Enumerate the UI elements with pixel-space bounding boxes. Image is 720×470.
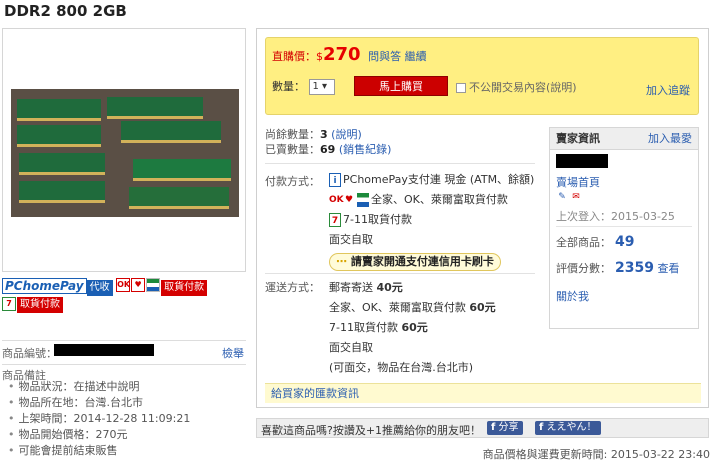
ok-mart-icon: OK xyxy=(329,195,344,205)
payment-method: 面交自取 xyxy=(329,233,373,246)
payment-method: OK♥ 全家、OK、萊爾富取貨付款 xyxy=(329,193,508,207)
sales-record-link[interactable]: (銷售紀錄) xyxy=(339,143,392,156)
store-pickup-badge: 取貨付款 xyxy=(161,280,208,296)
qa-link[interactable]: 問與答 xyxy=(368,50,401,63)
product-code-label: 商品編號： xyxy=(2,347,57,360)
remark-item: • 可能會提前結束販售 xyxy=(8,444,118,457)
price-label: 直購價： xyxy=(272,50,316,63)
family-mart-icon xyxy=(146,278,161,292)
buy-box: 直購價：$270 問與答 繼續 數量： 1 ▾ 馬上購買 不公開交易內容(說明)… xyxy=(265,37,699,115)
payment-badges: PChomePay 代收 OK ♥ 取貨付款 7 取貨付款 xyxy=(2,278,246,315)
product-code-redacted xyxy=(54,344,154,356)
pchomepay-icon: i xyxy=(329,173,341,187)
shipping-method: 面交自取 xyxy=(329,341,373,354)
quantity-line: 數量： 1 ▾ xyxy=(272,78,335,95)
shipping-method: 全家、OK、萊爾富取貨付款 60元 xyxy=(329,301,496,314)
all-items-count[interactable]: 全部商品： 49 xyxy=(556,234,634,250)
add-favorite-link[interactable]: 加入最愛 xyxy=(648,128,692,150)
seven-eleven-icon: 7 xyxy=(329,213,341,227)
hilife-icon: ♥ xyxy=(344,195,354,205)
shipping-note: (可面交，物品在台灣.台北市) xyxy=(329,361,474,374)
remittance-info-link[interactable]: 給買家的匯款資訊 xyxy=(271,387,359,400)
remaining-help-link[interactable]: (說明) xyxy=(331,128,362,141)
product-title: DDR2 800 2GB xyxy=(4,2,127,20)
add-to-watchlist-link[interactable]: 加入追蹤 xyxy=(646,82,690,98)
chat-icon: ⋯ xyxy=(336,255,347,268)
seller-verification-icons: ✎ ✉ xyxy=(556,190,584,204)
seven-pickup-badge: 取貨付款 xyxy=(17,297,63,313)
update-time: 商品價格與運費更新時間: 2015-03-22 23:40 xyxy=(482,448,710,461)
remarks-heading: 商品備註 xyxy=(2,369,46,382)
product-remarks: 商品備註 • 物品狀況：在描述中說明 • 物品所在地：台灣.台北市 • 上架時間：20… xyxy=(2,364,246,459)
hilife-icon: ♥ xyxy=(131,278,146,292)
view-rating-link[interactable]: 查看 xyxy=(657,262,679,275)
private-transaction-label: 不公開交易內容(說明) xyxy=(469,81,577,94)
ok-mart-icon: OK xyxy=(116,278,131,292)
price-currency: $ xyxy=(316,50,323,63)
private-transaction-checkbox[interactable]: 不公開交易內容(說明) xyxy=(456,79,577,95)
divider xyxy=(265,273,535,274)
product-image-frame[interactable] xyxy=(2,28,246,272)
price-line: 直購價：$270 問與答 繼續 xyxy=(272,44,427,65)
remark-item: • 上架時間：2014-12-28 11:09:21 xyxy=(8,412,191,425)
remittance-info-bar[interactable]: 給買家的匯款資訊 xyxy=(265,383,701,403)
price-value: 270 xyxy=(323,44,361,65)
quantity-label: 數量： xyxy=(272,80,305,93)
remaining-qty: 3 xyxy=(320,128,328,141)
family-mart-icon xyxy=(357,193,369,207)
remark-item: • 物品開始價格：270元 xyxy=(8,428,128,441)
share-bar: 喜歡這商品嗎?按讚及+1推薦給你的朋友吧！ f 分享 f ええやん！ xyxy=(256,418,709,438)
seller-info-panel: 賣家資訊 加入最愛 賣場首頁 ✎ ✉ 上次登入：2015-03-25 全部商品： 4… xyxy=(549,127,699,329)
purchase-panel: 直購價：$270 問與答 繼續 數量： 1 ▾ 馬上購買 不公開交易內容(說明)… xyxy=(256,28,709,408)
payment-method: i PChomePay支付連 現金 (ATM、餘額) xyxy=(329,171,549,191)
sold-qty: 69 xyxy=(320,143,336,156)
last-login: 上次登入：2015-03-25 xyxy=(556,210,675,223)
stock-info: 尚餘數量：3 (說明) 已賣數量：69 (銷售紀錄) xyxy=(265,128,392,156)
seller-name-redacted xyxy=(556,154,608,168)
certificate-icon: ✎ xyxy=(558,192,566,202)
product-code-row: 商品編號： 檢舉 xyxy=(2,340,246,361)
continue-link[interactable]: 繼續 xyxy=(405,50,427,63)
about-me-link[interactable]: 關於我 xyxy=(556,288,589,304)
payment-label: 付款方式： xyxy=(265,175,320,188)
facebook-like-button[interactable]: f ええやん！ xyxy=(535,421,601,435)
divider xyxy=(265,163,535,164)
remark-item: • 物品所在地：台灣.台北市 xyxy=(8,396,143,409)
buy-now-button[interactable]: 馬上購買 xyxy=(354,76,448,96)
proxy-collect-badge: 代收 xyxy=(86,280,113,296)
product-photo xyxy=(11,89,239,217)
quantity-select[interactable]: 1 ▾ xyxy=(308,79,335,95)
checkbox-icon[interactable] xyxy=(456,83,466,93)
shipping-label: 運送方式： xyxy=(265,281,320,294)
convenience-store-icons: OK ♥ xyxy=(116,278,161,294)
remark-item: • 物品狀況：在描述中說明 xyxy=(8,380,140,393)
seven-eleven-icon: 7 xyxy=(2,297,16,311)
facebook-share-button[interactable]: f 分享 xyxy=(487,421,523,435)
share-prompt: 喜歡這商品嗎?按讚及+1推薦給你的朋友吧！ xyxy=(261,424,482,437)
shop-home-link[interactable]: 賣場首頁 xyxy=(556,174,600,190)
shipping-method: 郵寄寄送 40元 xyxy=(329,281,403,294)
seller-info-header: 賣家資訊 加入最愛 xyxy=(550,128,698,150)
payment-method: 7 7-11取貨付款 xyxy=(329,211,549,231)
rating-score: 評價分數： 2359 查看 xyxy=(556,260,680,276)
pchomepay-logo: PChomePay xyxy=(2,278,87,294)
mail-icon: ✉ xyxy=(572,192,580,202)
report-link[interactable]: 檢舉 xyxy=(222,345,244,361)
credit-card-notice: ⋯ 請賣家開通支付連信用卡刷卡 xyxy=(329,253,501,271)
shipping-method: 7-11取貨付款 60元 xyxy=(329,321,428,334)
